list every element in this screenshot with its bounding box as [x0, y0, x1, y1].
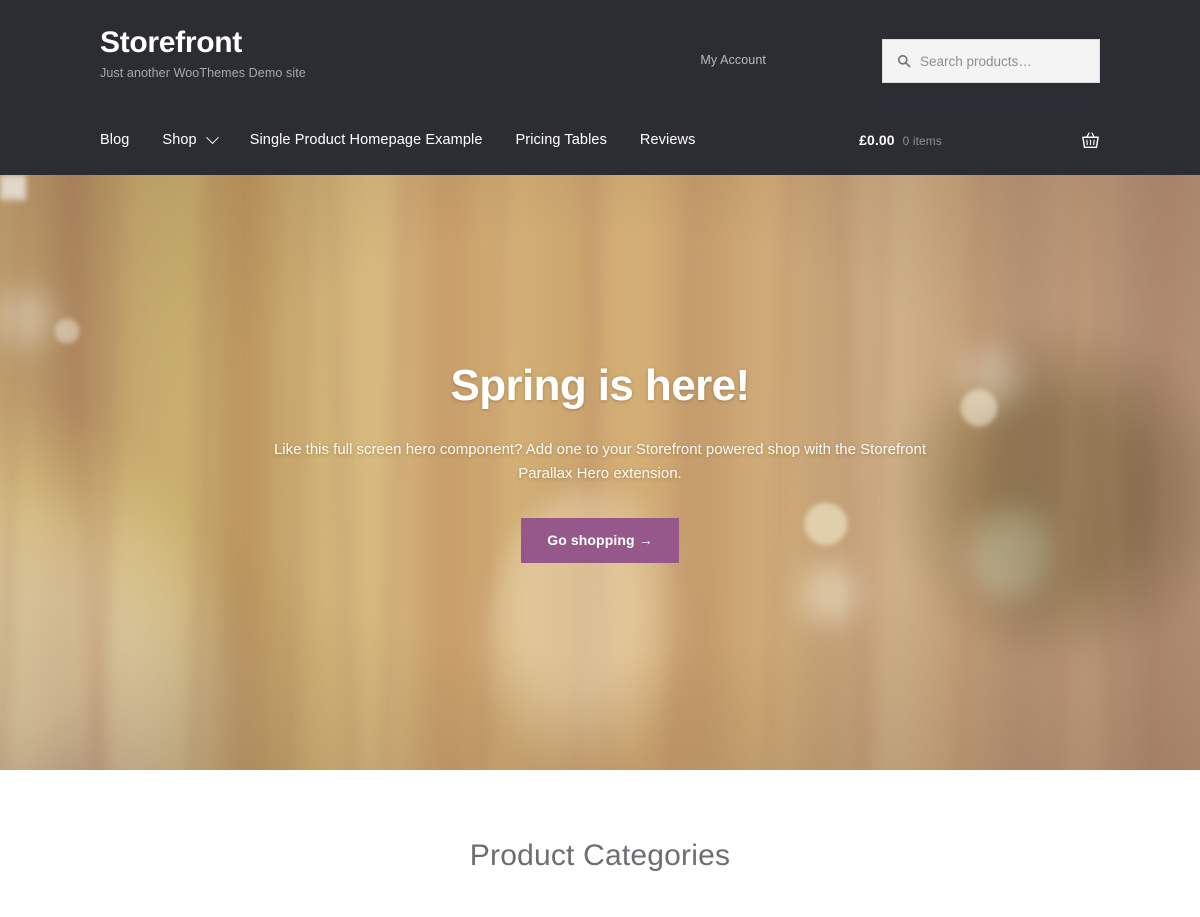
my-account-link[interactable]: My Account: [700, 53, 766, 67]
chevron-down-icon[interactable]: [205, 130, 219, 144]
nav-item-reviews[interactable]: Reviews: [640, 132, 696, 148]
site-header: Storefront Just another WooThemes Demo s…: [0, 0, 1200, 175]
site-title[interactable]: Storefront: [100, 26, 306, 61]
nav-link-pricing-tables[interactable]: Pricing Tables: [516, 132, 607, 148]
cart-item-count: 0 items: [902, 134, 942, 148]
nav-item-blog[interactable]: Blog: [100, 132, 129, 148]
cart-amount: £0.00: [859, 132, 895, 148]
product-search-form[interactable]: [882, 39, 1100, 83]
hero-section: Spring is here! Like this full screen he…: [0, 175, 1200, 770]
search-input[interactable]: [920, 53, 1085, 69]
hero-content: Spring is here! Like this full screen he…: [100, 175, 1100, 770]
nav-link-shop[interactable]: Shop: [162, 132, 196, 148]
product-categories-title: Product Categories: [469, 839, 731, 872]
nav-item-single-product-homepage-example[interactable]: Single Product Homepage Example: [250, 132, 483, 148]
site-tagline: Just another WooThemes Demo site: [100, 65, 306, 80]
shopping-basket-icon[interactable]: [1081, 131, 1100, 150]
nav-link-single-product-homepage-example[interactable]: Single Product Homepage Example: [250, 132, 483, 148]
nav-item-shop[interactable]: Shop: [162, 130, 219, 148]
cart-contents-link[interactable]: £0.00 0 items: [859, 132, 942, 148]
search-icon: [897, 54, 911, 68]
hero-subtitle: Like this full screen hero component? Ad…: [273, 440, 927, 483]
hero-title: Spring is here!: [450, 360, 750, 410]
nav-item-pricing-tables[interactable]: Pricing Tables: [516, 132, 607, 148]
header-inner: Storefront Just another WooThemes Demo s…: [100, 0, 1100, 175]
product-categories-section: Product Categories: [0, 770, 1200, 917]
nav-link-blog[interactable]: Blog: [100, 132, 129, 148]
site-branding[interactable]: Storefront Just another WooThemes Demo s…: [100, 26, 306, 80]
go-shopping-button[interactable]: Go shopping →: [521, 518, 679, 564]
nav-link-reviews[interactable]: Reviews: [640, 132, 696, 148]
cart-area[interactable]: £0.00 0 items: [859, 118, 1100, 162]
